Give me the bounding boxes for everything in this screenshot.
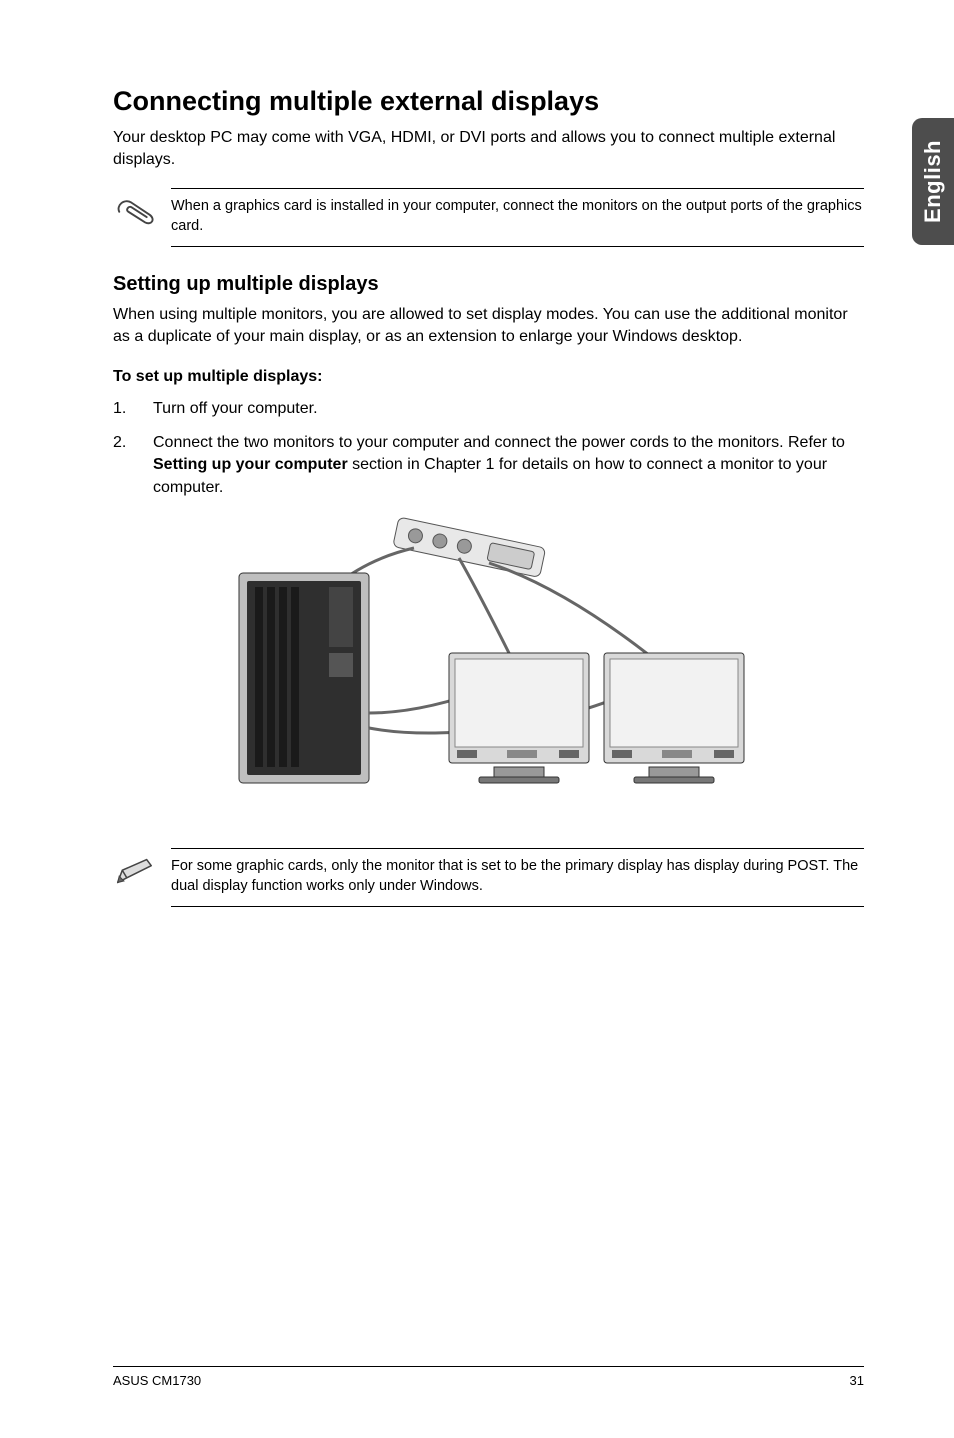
note-text: For some graphic cards, only the monitor… xyxy=(171,858,858,894)
setup-illustration xyxy=(113,513,864,818)
step-text: Turn off your computer. xyxy=(153,400,318,417)
steps-list: Turn off your computer. Connect the two … xyxy=(113,398,864,500)
section-body: When using multiple monitors, you are al… xyxy=(113,304,864,347)
step-text-bold: Setting up your computer xyxy=(153,456,348,473)
note-callout: When a graphics card is installed in you… xyxy=(171,188,864,247)
page: English Connecting multiple external dis… xyxy=(0,0,954,1438)
step-item: Turn off your computer. xyxy=(113,398,864,420)
footer-page-number: 31 xyxy=(850,1373,864,1388)
footer-product: ASUS CM1730 xyxy=(113,1373,201,1388)
page-title: Connecting multiple external displays xyxy=(113,86,864,117)
note-text: When a graphics card is installed in you… xyxy=(171,198,862,234)
step-item: Connect the two monitors to your compute… xyxy=(113,432,864,499)
language-tab: English xyxy=(912,118,954,245)
section-heading: Setting up multiple displays xyxy=(113,273,864,296)
steps-heading: To set up multiple displays: xyxy=(113,368,864,386)
intro-text: Your desktop PC may come with VGA, HDMI,… xyxy=(113,127,864,170)
note-callout-2: For some graphic cards, only the monitor… xyxy=(171,848,864,907)
pencil-icon xyxy=(113,855,159,887)
page-footer: ASUS CM1730 31 xyxy=(113,1366,864,1388)
paperclip-icon xyxy=(113,195,159,227)
step-text-pre: Connect the two monitors to your compute… xyxy=(153,434,845,451)
